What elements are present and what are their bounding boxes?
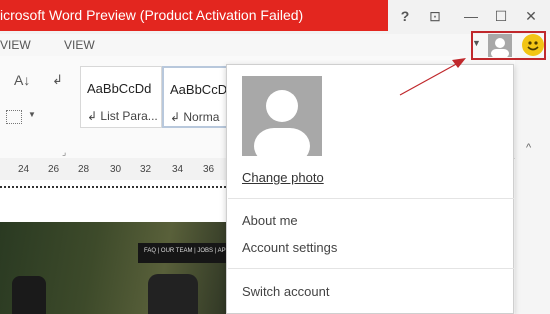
ruler-number: 26 [48,164,60,175]
minimize-button[interactable]: — [460,5,482,27]
style-name: ↲ List Para... [87,109,158,123]
window-title: icrosoft Word Preview (Product Activatio… [0,7,304,23]
right-scroll-area [515,56,550,314]
panel-divider [228,268,514,269]
tab-view-1[interactable]: VIEW [0,38,31,52]
dialog-launcher-icon[interactable]: ⌟ [62,147,66,158]
account-settings-link[interactable]: Account settings [242,240,337,255]
tab-view-2[interactable]: VIEW [64,38,95,52]
help-button[interactable]: ? [394,5,416,27]
change-photo-link[interactable]: Change photo [242,170,324,185]
borders-dropdown-icon[interactable]: ▼ [28,110,36,119]
phone-image-right [148,274,198,314]
ruler-number: 32 [140,164,152,175]
style-normal[interactable]: AaBbCcD ↲ Norma [162,66,228,128]
paragraph-mark-icon[interactable]: ↲ [52,72,63,88]
ruler-number: 36 [203,164,215,175]
borders-icon[interactable] [6,110,22,124]
ruler-number: 28 [78,164,90,175]
switch-account-link[interactable]: Switch account [242,284,329,299]
image-nav-text: FAQ | OUR TEAM | JOBS | API [144,248,228,254]
panel-divider [228,198,514,199]
style-list-paragraph[interactable]: AaBbCcDd ↲ List Para... [80,66,162,128]
style-sample: AaBbCcDd [87,81,152,96]
document-text-line [0,186,226,191]
close-button[interactable]: ✕ [520,5,542,27]
ruler-number: 24 [18,164,30,175]
ribbon-display-options-button[interactable]: ⊡ [424,5,446,27]
sort-icon[interactable]: A↓ [14,72,30,88]
style-sample: AaBbCcD [170,82,228,97]
collapse-ribbon-icon[interactable]: ^ [526,142,531,154]
maximize-button[interactable]: ☐ [490,5,512,27]
phone-image-left [12,276,46,314]
ruler-number: 30 [110,164,122,175]
style-name: ↲ Norma [170,110,220,124]
account-highlight-box [471,31,546,60]
account-photo [242,76,322,156]
ruler-number: 34 [172,164,184,175]
about-me-link[interactable]: About me [242,213,298,228]
user-silhouette-icon [254,90,310,156]
